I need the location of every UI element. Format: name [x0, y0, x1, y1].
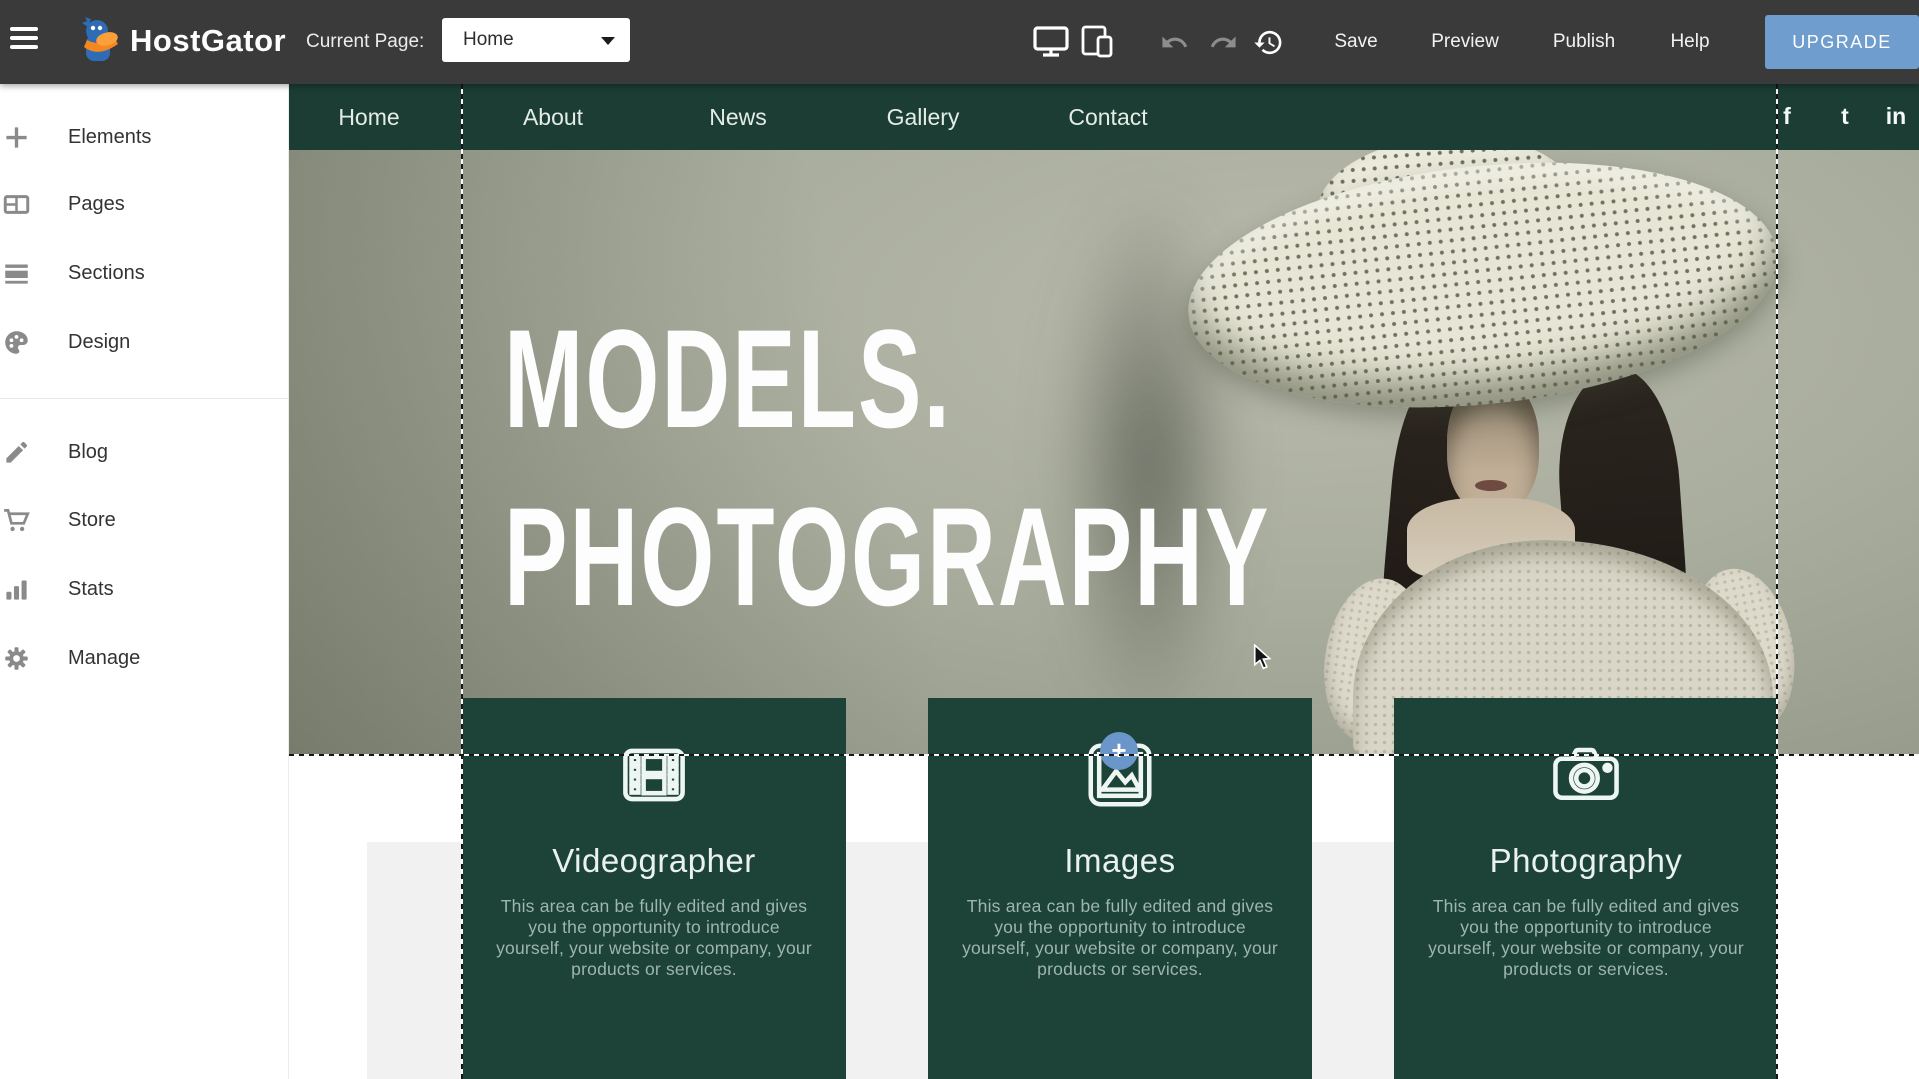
- editor-sidebar: Elements Pages Sections Design: [0, 84, 289, 1079]
- gear-icon: [3, 645, 30, 672]
- sidebar-item-elements[interactable]: Elements: [0, 117, 288, 157]
- hamburger-menu-icon[interactable]: [10, 27, 40, 55]
- sidebar-item-label: Store: [68, 509, 116, 532]
- history-icon[interactable]: [1253, 0, 1284, 84]
- sidebar-item-store[interactable]: Store: [0, 500, 288, 540]
- sidebar-item-design[interactable]: Design: [0, 322, 288, 362]
- card-title: Photography: [1394, 842, 1778, 880]
- selection-guide-left: [461, 84, 463, 1079]
- desktop-view-icon[interactable]: [1032, 0, 1070, 84]
- sidebar-item-label: Blog: [68, 441, 108, 464]
- site-nav-contact[interactable]: Contact: [1068, 84, 1147, 150]
- site-nav-news[interactable]: News: [709, 84, 767, 150]
- linkedin-icon[interactable]: in: [1886, 84, 1906, 150]
- bar-chart-icon: [3, 576, 30, 603]
- site-nav-about[interactable]: About: [523, 84, 583, 150]
- upgrade-button[interactable]: UPGRADE: [1765, 15, 1919, 69]
- cart-icon: [3, 507, 30, 534]
- sidebar-item-label: Stats: [68, 578, 114, 601]
- sidebar-item-label: Elements: [68, 126, 151, 149]
- brand-name: HostGator: [130, 23, 286, 59]
- pages-icon: [3, 191, 30, 218]
- mobile-view-icon[interactable]: [1080, 0, 1116, 84]
- redo-icon[interactable]: [1209, 0, 1238, 84]
- chevron-down-icon: [601, 37, 615, 45]
- image-icon: +: [1081, 736, 1159, 814]
- undo-icon[interactable]: [1160, 0, 1189, 84]
- film-icon: [615, 736, 693, 814]
- sidebar-item-stats[interactable]: Stats: [0, 569, 288, 609]
- hero-title[interactable]: MODELS. PHOTOGRAPHY: [504, 290, 1271, 646]
- sidebar-item-label: Manage: [68, 647, 140, 670]
- add-image-button[interactable]: +: [1100, 732, 1138, 770]
- current-page-label: Current Page:: [306, 0, 424, 84]
- palette-icon: [3, 329, 30, 356]
- card-body: This area can be fully edited and gives …: [959, 896, 1281, 980]
- hero-title-line2: PHOTOGRAPHY: [504, 468, 1271, 646]
- selection-guide-bottom: [289, 754, 1919, 756]
- sidebar-item-sections[interactable]: Sections: [0, 253, 288, 293]
- pencil-icon: [3, 439, 30, 466]
- help-button[interactable]: Help: [1670, 0, 1709, 84]
- sidebar-item-label: Sections: [68, 262, 145, 285]
- card-title: Images: [928, 842, 1312, 880]
- sidebar-divider: [0, 398, 288, 399]
- camera-icon: [1547, 736, 1625, 814]
- site-preview-canvas: Home About News Gallery Contact f t in M…: [289, 84, 1919, 1079]
- page-dropdown-value: Home: [463, 29, 514, 50]
- publish-button[interactable]: Publish: [1553, 0, 1615, 84]
- page-dropdown[interactable]: Home: [442, 18, 630, 62]
- sidebar-item-label: Design: [68, 331, 130, 354]
- preview-button[interactable]: Preview: [1431, 0, 1499, 84]
- plus-icon: [3, 124, 30, 151]
- card-body: This area can be fully edited and gives …: [493, 896, 815, 980]
- hero-title-line1: MODELS.: [504, 290, 1271, 468]
- sidebar-item-manage[interactable]: Manage: [0, 638, 288, 678]
- sidebar-item-blog[interactable]: Blog: [0, 432, 288, 472]
- selection-guide-right: [1776, 84, 1778, 1079]
- site-nav-gallery[interactable]: Gallery: [887, 84, 960, 150]
- sidebar-item-pages[interactable]: Pages: [0, 184, 288, 224]
- save-button[interactable]: Save: [1334, 0, 1377, 84]
- card-title: Videographer: [462, 842, 846, 880]
- sidebar-item-label: Pages: [68, 193, 125, 216]
- card-body: This area can be fully edited and gives …: [1425, 896, 1747, 980]
- site-nav-home[interactable]: Home: [338, 84, 399, 150]
- hostgator-logo: HostGator: [76, 17, 286, 65]
- hero-section[interactable]: MODELS. PHOTOGRAPHY: [289, 150, 1919, 755]
- twitter-icon[interactable]: t: [1841, 84, 1849, 150]
- sections-icon: [3, 260, 30, 287]
- mouse-cursor: [1251, 644, 1275, 670]
- facebook-icon[interactable]: f: [1783, 84, 1791, 150]
- editor-topbar: HostGator Current Page: Home Save Previe…: [0, 0, 1919, 84]
- site-navbar: Home About News Gallery Contact f t in: [289, 84, 1919, 150]
- gator-mascot-icon: [76, 17, 122, 65]
